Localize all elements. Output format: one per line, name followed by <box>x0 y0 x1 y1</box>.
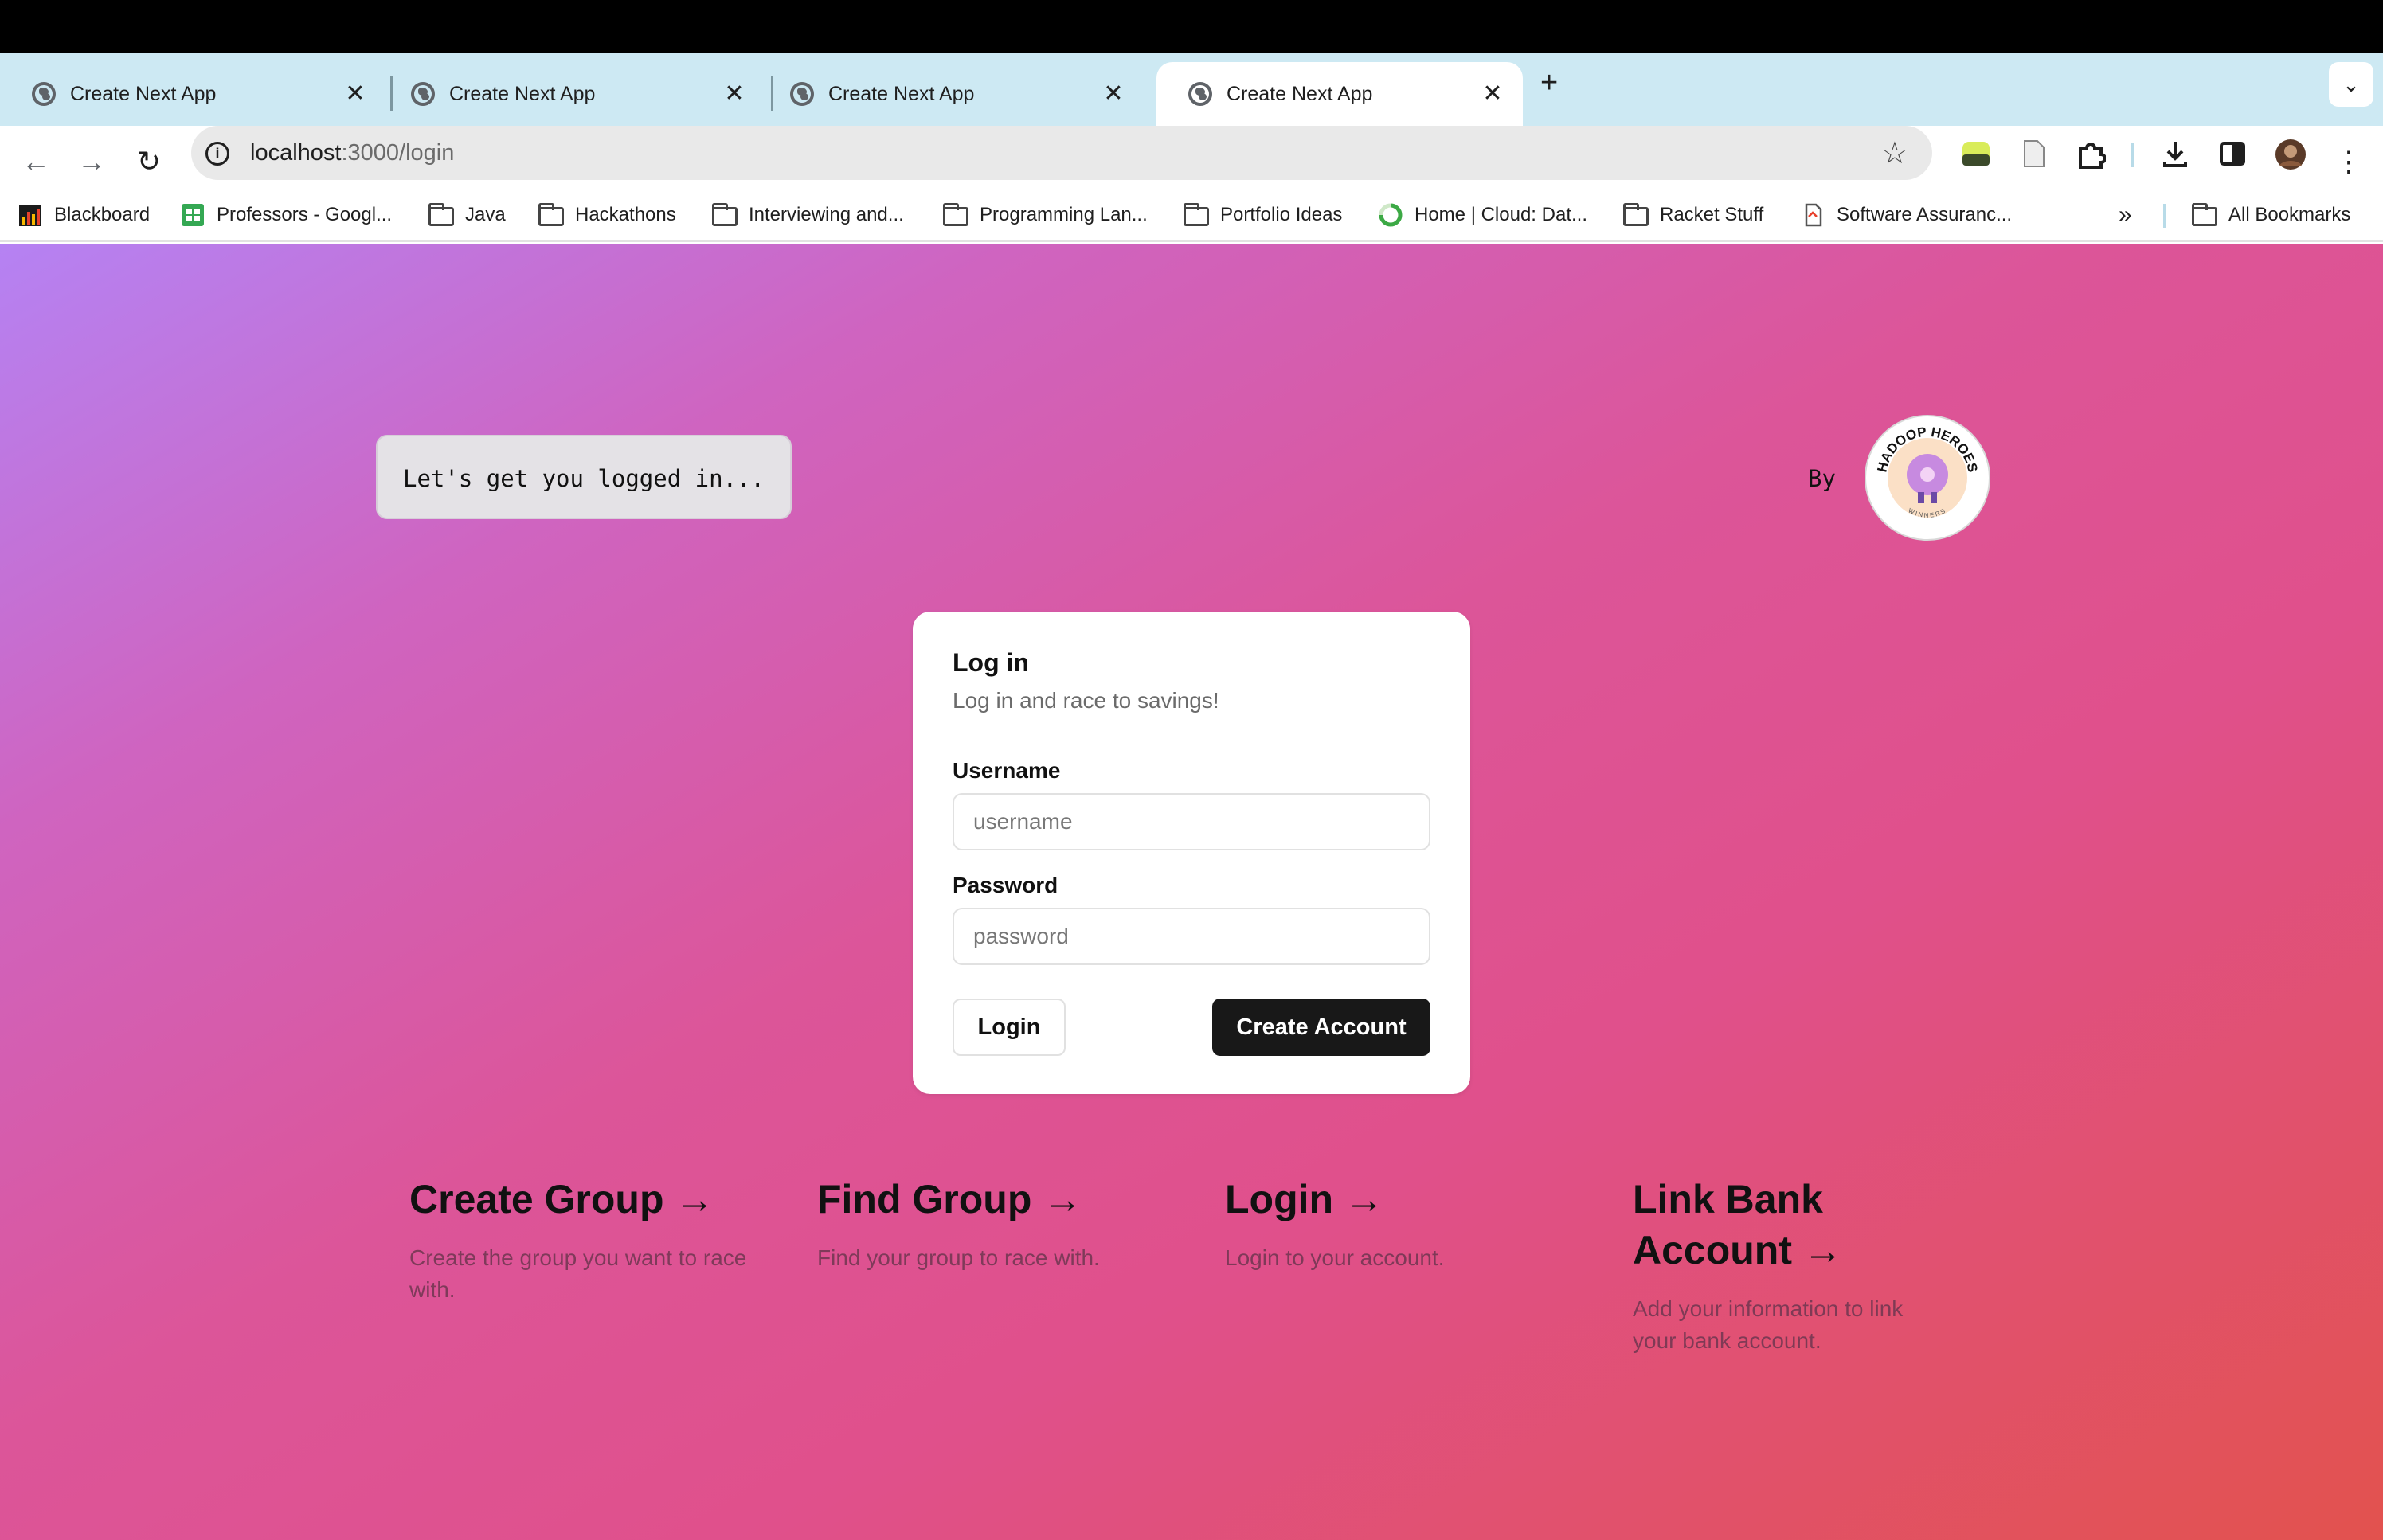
globe-icon <box>1188 82 1212 106</box>
kebab-menu-icon: ⋮ <box>2334 145 2363 178</box>
bookmarks-bar: Blackboard Professors - Googl... Java Ha… <box>0 188 2383 242</box>
reload-button[interactable]: ↻ <box>129 142 169 182</box>
hadoop-heroes-logo[interactable]: HADOOP HEROES WINNERS <box>1864 414 1991 541</box>
close-icon[interactable]: ✕ <box>341 82 370 106</box>
folder-icon <box>1623 203 1649 226</box>
browser-tab[interactable]: Create Next App ✕ <box>0 62 385 126</box>
google-sheets-icon <box>180 202 205 228</box>
bookmark-item[interactable]: Blackboard <box>18 201 150 229</box>
site-info-icon[interactable]: i <box>205 142 229 166</box>
link-description: Add your information to link your bank a… <box>1633 1296 1904 1353</box>
document-extension-icon[interactable] <box>2018 139 2048 169</box>
link-title: Link Bank Account → <box>1633 1177 1843 1272</box>
bookmarks-overflow-button[interactable]: » <box>2119 201 2132 229</box>
bookmark-item[interactable]: Professors - Googl... <box>180 201 392 229</box>
link-description: Login to your account. <box>1225 1245 1445 1270</box>
card-subtitle: Log in and race to savings! <box>953 688 1219 713</box>
chevron-down-icon: ⌄ <box>2342 72 2360 96</box>
tab-title: Create Next App <box>828 82 975 105</box>
back-button[interactable]: ← <box>16 142 56 182</box>
browser-tab-active[interactable]: Create Next App ✕ <box>1156 62 1523 126</box>
tab-title: Create Next App <box>1227 82 1373 105</box>
globe-icon <box>411 82 435 106</box>
link-title: Login → <box>1225 1177 1384 1221</box>
bookmark-folder[interactable]: Portfolio Ideas <box>1184 201 1342 229</box>
bookmark-folder[interactable]: Java <box>428 201 506 229</box>
bookmark-item[interactable]: Home | Cloud: Dat... <box>1378 201 1587 229</box>
reload-icon: ↻ <box>136 145 162 178</box>
close-icon[interactable]: ✕ <box>720 82 749 106</box>
username-input[interactable] <box>953 793 1430 850</box>
link-description: Create the group you want to race with. <box>409 1245 747 1302</box>
screen-top-bar <box>0 0 2383 53</box>
password-label: Password <box>953 873 1058 897</box>
tab-strip: Create Next App ✕ Create Next App ✕ Crea… <box>0 53 2383 126</box>
folder-icon <box>1184 203 1209 226</box>
find-group-link[interactable]: Find Group → Find your group to race wit… <box>817 1174 1168 1274</box>
all-bookmarks-folder[interactable]: All Bookmarks <box>2192 201 2350 229</box>
page-content: Let's get you logged in... By HADOOP HER… <box>0 244 2383 1540</box>
bookmarks-separator <box>2163 204 2166 228</box>
toolbar-separator <box>2131 143 2134 167</box>
folder-icon <box>943 203 968 226</box>
bookmark-folder[interactable]: Hackathons <box>538 201 676 229</box>
puzzle-icon[interactable] <box>2076 139 2107 169</box>
card-title: Log in <box>953 648 1029 677</box>
login-card: Log in Log in and race to savings! Usern… <box>913 612 1470 1094</box>
tab-search-button[interactable]: ⌄ <box>2329 62 2373 107</box>
browser-tab[interactable]: Create Next App ✕ <box>379 62 765 126</box>
login-link[interactable]: Login → Login to your account. <box>1225 1174 1575 1274</box>
globe-icon <box>790 82 814 106</box>
globe-icon <box>32 82 56 106</box>
spinner-icon <box>1378 202 1403 228</box>
tab-title: Create Next App <box>70 82 217 105</box>
link-description: Find your group to race with. <box>817 1245 1100 1270</box>
close-icon[interactable]: ✕ <box>1478 82 1507 106</box>
back-arrow-icon: ← <box>22 145 50 178</box>
forward-arrow-icon: → <box>77 145 106 178</box>
tab-title: Create Next App <box>449 82 596 105</box>
download-icon[interactable] <box>2160 139 2190 169</box>
create-group-link[interactable]: Create Group → Create the group you want… <box>409 1174 760 1306</box>
doc-icon <box>1800 202 1825 228</box>
bar-chart-icon <box>18 202 43 228</box>
greeting-banner: Let's get you logged in... <box>376 435 792 519</box>
create-account-button[interactable]: Create Account <box>1212 999 1430 1056</box>
browser-menu-button[interactable]: ⋮ <box>2329 142 2369 182</box>
profile-avatar[interactable] <box>2275 139 2306 170</box>
by-label: By <box>1808 465 1836 492</box>
address-bar[interactable]: i localhost:3000/login ☆ <box>191 126 1932 180</box>
bookmark-folder[interactable]: Racket Stuff <box>1623 201 1763 229</box>
bookmark-star-icon[interactable]: ☆ <box>1881 135 1908 171</box>
folder-icon <box>712 203 738 226</box>
password-input[interactable] <box>953 908 1430 965</box>
username-label: Username <box>953 758 1061 783</box>
folder-icon <box>428 203 454 226</box>
link-bank-account-link[interactable]: Link Bank Account → Add your information… <box>1633 1174 1919 1357</box>
browser-tab[interactable]: Create Next App ✕ <box>758 62 1144 126</box>
bookmark-item[interactable]: Software Assuranc... <box>1800 201 2012 229</box>
url-text[interactable]: localhost:3000/login <box>250 140 454 166</box>
link-title: Create Group → <box>409 1177 715 1221</box>
folder-icon <box>538 203 564 226</box>
login-button[interactable]: Login <box>953 999 1066 1056</box>
folder-icon <box>2192 203 2217 226</box>
new-tab-button[interactable]: + <box>1540 68 1558 98</box>
side-panel-icon[interactable] <box>2217 139 2248 169</box>
link-title: Find Group → <box>817 1177 1083 1221</box>
bookmark-folder[interactable]: Programming Lan... <box>943 201 1148 229</box>
forward-button[interactable]: → <box>72 142 112 182</box>
extension-icon[interactable] <box>1961 139 1991 169</box>
bookmark-folder[interactable]: Interviewing and... <box>712 201 904 229</box>
close-icon[interactable]: ✕ <box>1099 82 1128 106</box>
